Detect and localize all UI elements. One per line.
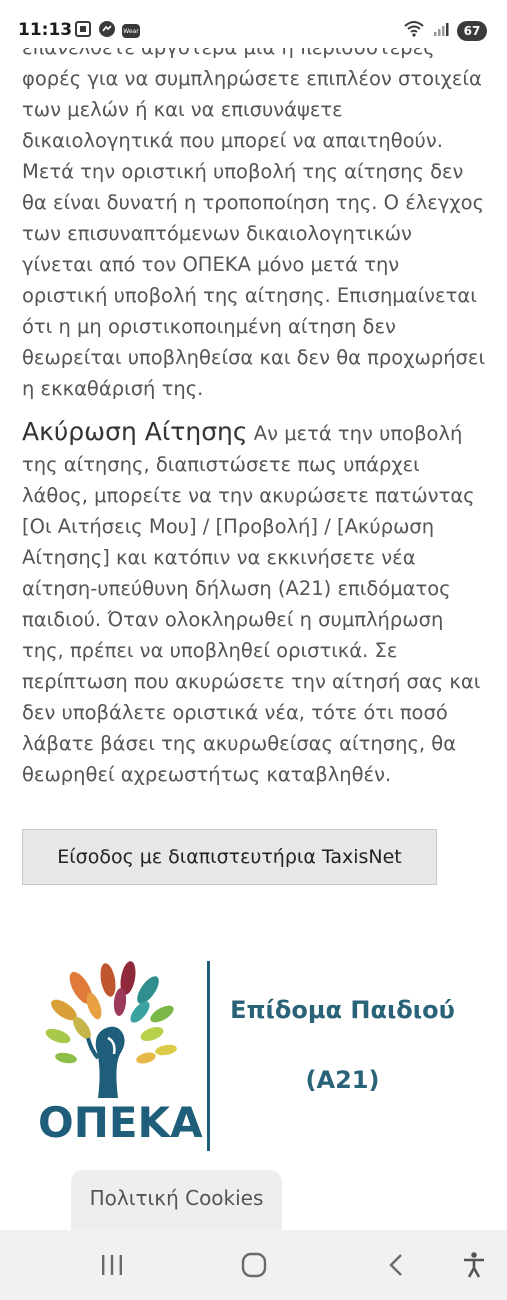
status-time: 11:13 — [18, 20, 73, 40]
instructions-content: επανέλθετε αργότερα μία ή περισσότερες φ… — [22, 32, 486, 790]
accessibility-icon[interactable] — [454, 1248, 494, 1282]
opeka-tree-logo-icon — [45, 961, 177, 1098]
status-system-icons: 67 — [403, 20, 487, 42]
logo-divider — [207, 961, 210, 1151]
cookie-policy-button[interactable]: Πολιτική Cookies — [71, 1170, 282, 1232]
wear-icon: Wear — [122, 24, 140, 38]
wifi-icon — [403, 20, 425, 42]
recents-icon[interactable] — [92, 1248, 132, 1282]
messenger-icon — [98, 20, 116, 42]
page: επανέλθετε αργότερα μία ή περισσότερες φ… — [0, 0, 507, 1300]
instructions-paragraph: επανέλθετε αργότερα μία ή περισσότερες φ… — [22, 36, 486, 400]
signal-icon — [433, 21, 449, 41]
status-bar: 11:13 Wear 67 — [0, 0, 507, 48]
opeka-wordmark: ΟΠΕΚΑ — [38, 1098, 203, 1147]
screenshot-icon — [74, 20, 92, 42]
cancel-application-heading: Ακύρωση Αίτησης — [22, 417, 248, 446]
back-icon[interactable] — [376, 1248, 416, 1282]
battery-icon: 67 — [457, 21, 487, 41]
cancel-application-paragraph: Ακύρωση Αίτησης Αν μετά την υποβολή της … — [22, 416, 486, 790]
taxisnet-login-button[interactable]: Είσοδος με διαπιστευτήρια TaxisNet — [22, 829, 437, 885]
status-notification-icons: Wear — [74, 20, 140, 42]
home-icon[interactable] — [234, 1248, 274, 1282]
benefit-title: Επίδομα Παιδιού — [230, 996, 455, 1024]
system-navigation-bar — [0, 1230, 507, 1300]
cancel-application-text: Αν μετά την υποβολή της αίτησης, διαπιστ… — [22, 422, 481, 786]
benefit-code: (Α21) — [305, 1066, 380, 1094]
